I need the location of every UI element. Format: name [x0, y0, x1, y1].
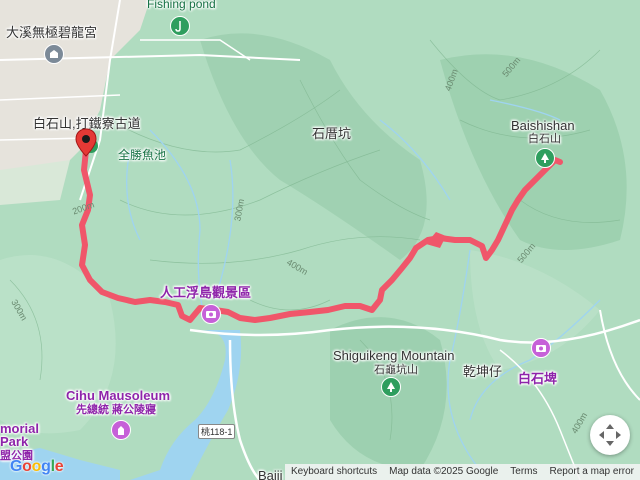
- fishing-pond-pin[interactable]: [170, 16, 190, 36]
- terms-link[interactable]: Terms: [504, 464, 543, 480]
- temple-label: 大溪無極碧龍宮: [6, 25, 98, 40]
- keyboard-shortcuts-link[interactable]: Keyboard shortcuts: [285, 464, 383, 480]
- quansheng-pond-label: 全勝魚池: [118, 148, 167, 162]
- cihu-pin[interactable]: [111, 420, 131, 440]
- shiguikeng-pin[interactable]: [381, 377, 401, 397]
- logo-letter-g2: g: [41, 458, 51, 475]
- temple-icon: [50, 50, 58, 58]
- island-viewpoint-label: 人工浮島觀景區: [160, 285, 252, 300]
- baishipi-label: 白石埤: [518, 371, 558, 386]
- pan-arrows-icon: [599, 424, 621, 446]
- qiankunzi-label: 乾坤仔: [463, 364, 503, 379]
- map-canvas[interactable]: 大溪無極碧龍宮 Fishing pond 白石山,打鐵寮古道 全勝魚池 石厝坑 …: [0, 0, 640, 480]
- fishing-pond-label: Fishing pond: [147, 0, 216, 11]
- temple-pin[interactable]: [44, 44, 64, 64]
- monument-icon: [118, 426, 124, 435]
- route-shield: 桃118-1: [198, 424, 236, 439]
- camera-icon: [536, 345, 546, 352]
- google-logo: Google: [10, 458, 64, 476]
- shicuokeng-label: 石厝坑: [312, 126, 352, 141]
- map-pan-control[interactable]: [590, 415, 630, 455]
- island-viewpoint-pin[interactable]: [201, 304, 221, 324]
- attribution-bar: Keyboard shortcuts Map data ©2025 Google…: [284, 464, 640, 480]
- baiji-label: Baiji: [258, 468, 283, 480]
- logo-letter-g: G: [10, 458, 23, 475]
- baishipi-pin[interactable]: [531, 338, 551, 358]
- logo-letter-o1: o: [22, 458, 32, 475]
- red-location-pin-icon[interactable]: [75, 128, 101, 162]
- tree-icon: [387, 382, 395, 392]
- report-error-link[interactable]: Report a map error: [544, 464, 640, 480]
- fishing-icon: [175, 21, 181, 32]
- map-data-text: Map data ©2025 Google: [389, 466, 499, 477]
- baishishan-zh-label: 白石山: [528, 133, 561, 145]
- baishishan-pin[interactable]: [535, 148, 555, 168]
- logo-letter-e: e: [54, 458, 64, 475]
- cihu-zh-label: 先總統 蔣公陵寢: [76, 404, 157, 416]
- shiguikeng-zh-label: 石龜坑山: [374, 364, 418, 376]
- tree-icon: [541, 153, 549, 163]
- logo-letter-o2: o: [31, 458, 42, 475]
- camera-icon: [206, 311, 216, 318]
